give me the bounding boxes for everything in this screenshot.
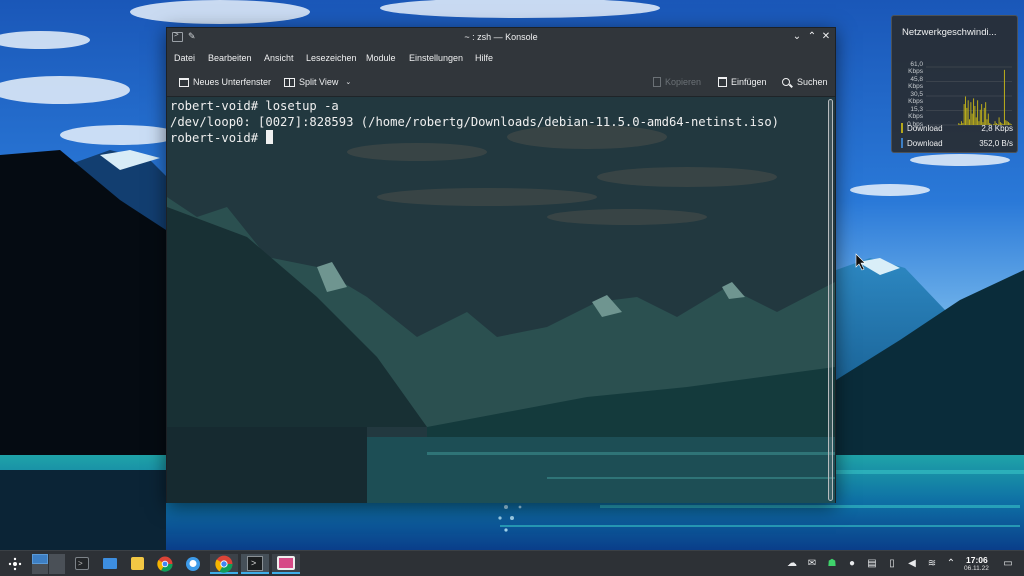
window-titlebar[interactable]: ✎ ~ : zsh — Konsole ⌄ ⌃ ✕ xyxy=(167,28,835,47)
chevron-down-icon: ⌄ xyxy=(345,79,352,86)
clock-time[interactable]: 17:06 xyxy=(966,555,988,565)
taskbar: > > ☁ ✉ ☗ ● ▤ ▯ ◀ ≋ ⌃ 17:06 06.11.22 ▭ xyxy=(0,550,1024,576)
terminal-cursor xyxy=(266,130,274,144)
notes-icon[interactable] xyxy=(131,557,144,570)
clock-date[interactable]: 06.11.22 xyxy=(964,565,989,572)
y-tick-label: 15,3 Kbps xyxy=(908,106,923,120)
menu-einstellungen[interactable]: Einstellungen xyxy=(409,53,463,63)
chromium-icon[interactable] xyxy=(157,556,173,572)
konsole-window[interactable]: ✎ ~ : zsh — Konsole ⌄ ⌃ ✕ Datei Bearbeit… xyxy=(166,27,836,503)
clipboard-icon[interactable]: ▤ xyxy=(866,557,878,570)
menu-bar: Datei Bearbeiten Ansicht Lesezeichen Mod… xyxy=(167,47,835,69)
maximize-button[interactable]: ⌃ xyxy=(805,30,819,44)
pager-desktop-3[interactable] xyxy=(32,564,48,574)
download-sample-bar xyxy=(964,96,967,125)
legend-value: 2,8 Kbps xyxy=(981,124,1013,133)
find-label: Suchen xyxy=(797,77,828,87)
copy-label: Kopieren xyxy=(665,77,702,87)
ghost-icon[interactable]: ☁ xyxy=(786,557,798,570)
menu-module[interactable]: Module xyxy=(366,53,396,63)
chevron-up-icon[interactable]: ⌃ xyxy=(945,557,957,570)
terminal-output[interactable]: robert-void# losetup -a /dev/loop0: [002… xyxy=(167,97,827,503)
terminal-prompt-line: robert-void# xyxy=(170,130,824,146)
network-speed-widget[interactable]: Netzwerkgeschwindi... 61,0 Kbps 45,8 Kbp… xyxy=(891,15,1018,153)
screenshot-icon xyxy=(277,556,295,570)
toolbar: Neues Unterfenster Split View ⌄ Kopieren… xyxy=(167,69,835,97)
y-tick-label: 61,0 Kbps xyxy=(908,61,923,75)
window-title: ~ : zsh — Konsole xyxy=(464,32,538,42)
paste-button[interactable]: Einfügen xyxy=(718,77,767,87)
screenshot-task[interactable] xyxy=(272,554,300,574)
virtual-desktop-pager[interactable] xyxy=(32,554,66,574)
download-sample-bar xyxy=(973,98,975,125)
download-sample-bar xyxy=(1003,69,1005,125)
legend-label: Download xyxy=(907,139,943,148)
search-icon xyxy=(782,78,790,86)
menu-datei[interactable]: Datei xyxy=(174,53,195,63)
new-tab-icon xyxy=(179,77,189,87)
menu-lesezeichen[interactable]: Lesezeichen xyxy=(306,53,357,63)
terminal-scrollbar[interactable] xyxy=(827,99,834,502)
copy-button[interactable]: Kopieren xyxy=(653,77,701,87)
copy-icon xyxy=(653,77,661,87)
close-button[interactable]: ✕ xyxy=(819,30,833,44)
terminal-prompt: robert-void# xyxy=(170,131,266,145)
chrome-task[interactable] xyxy=(210,554,238,574)
ghost-green-icon[interactable]: ☗ xyxy=(826,557,838,570)
new-tab-button[interactable]: Neues Unterfenster xyxy=(179,77,271,87)
find-button[interactable]: Suchen xyxy=(782,77,828,87)
pager-desktop-4[interactable] xyxy=(49,564,65,574)
volume-icon[interactable]: ◀ xyxy=(906,557,918,570)
minimize-button[interactable]: ⌄ xyxy=(790,30,804,44)
legend-swatch xyxy=(901,138,903,148)
chrome-icon xyxy=(215,555,233,573)
split-view-label: Split View xyxy=(299,77,339,87)
terminal-line: robert-void# losetup -a xyxy=(170,99,339,113)
chat-icon[interactable] xyxy=(185,556,201,572)
show-desktop-icon[interactable]: ▭ xyxy=(1002,557,1014,570)
menu-ansicht[interactable]: Ansicht xyxy=(264,53,294,63)
split-view-button[interactable]: Split View ⌄ xyxy=(284,77,351,87)
legend-value: 352,0 B/s xyxy=(979,139,1013,148)
split-view-icon xyxy=(284,77,295,87)
y-tick-label: 30,5 Kbps xyxy=(908,91,923,105)
konsole-icon: > xyxy=(247,556,263,571)
legend-label: Download xyxy=(907,124,943,133)
konsole-launcher-icon[interactable]: > xyxy=(75,557,89,570)
y-tick-label: 45,8 Kbps xyxy=(908,76,923,90)
pager-desktop-1[interactable] xyxy=(32,554,48,564)
scrollbar-thumb[interactable] xyxy=(828,99,833,501)
network-speed-chart xyxy=(926,66,1012,126)
konsole-task[interactable]: > xyxy=(241,554,269,574)
lightbulb-icon[interactable]: ● xyxy=(846,557,858,570)
battery-icon[interactable]: ▯ xyxy=(886,557,898,570)
application-launcher-icon[interactable] xyxy=(8,557,22,571)
wifi-icon[interactable]: ≋ xyxy=(926,557,938,570)
menu-hilfe[interactable]: Hilfe xyxy=(475,53,493,63)
paste-icon xyxy=(718,77,727,87)
widget-title: Netzwerkgeschwindi... xyxy=(902,27,997,38)
paste-label: Einfügen xyxy=(731,77,767,87)
folder-icon[interactable] xyxy=(103,558,117,569)
terminal-line: /dev/loop0: [0027]:828593 (/home/robertg… xyxy=(170,115,780,129)
new-tab-label: Neues Unterfenster xyxy=(193,77,272,87)
mail-icon[interactable]: ✉ xyxy=(806,557,818,570)
legend-swatch xyxy=(901,123,903,133)
legend-download-2: Download 352,0 B/s xyxy=(901,137,1013,149)
pager-desktop-2[interactable] xyxy=(49,554,65,564)
menu-bearbeiten[interactable]: Bearbeiten xyxy=(208,53,252,63)
legend-download-1: Download 2,8 Kbps xyxy=(901,122,1013,134)
